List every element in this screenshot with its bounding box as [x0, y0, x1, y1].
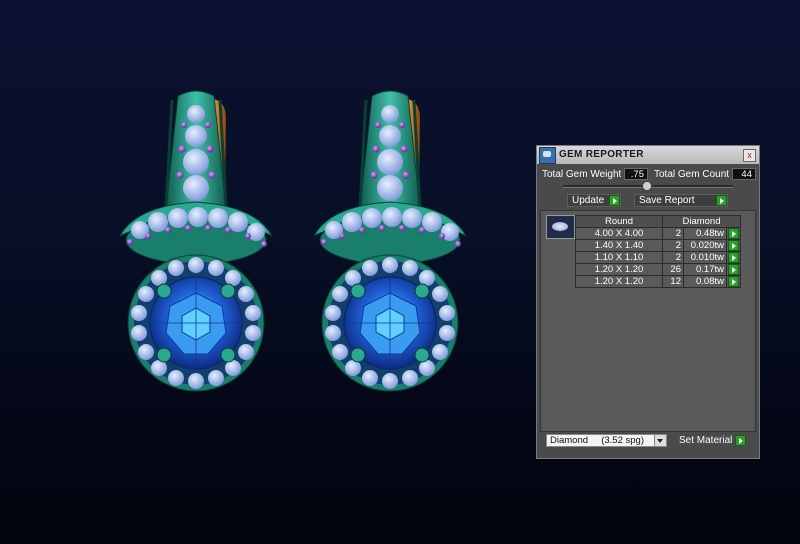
earring-right-model — [312, 89, 468, 393]
row-go-button[interactable] — [728, 252, 739, 263]
total-gem-count-label: Total Gem Count — [654, 169, 730, 180]
table-row: 1.40 X 1.40 2 0.020tw — [575, 239, 741, 252]
gem-reporter-panel: GEM REPORTER x Total Gem Weight .75 Tota… — [536, 145, 760, 459]
table-row: 1.20 X 1.20 12 0.08tw — [575, 275, 741, 288]
panel-titlebar[interactable]: GEM REPORTER x — [537, 146, 759, 164]
row-weight: 0.08tw — [683, 275, 727, 288]
update-go-button[interactable] — [609, 195, 620, 206]
gem-list-area: Round Diamond 4.00 X 4.00 2 0.48tw 1.40 … — [540, 210, 756, 432]
row-count: 2 — [662, 227, 684, 240]
table-row: 1.10 X 1.10 2 0.010tw — [575, 251, 741, 264]
row-size: 1.40 X 1.40 — [575, 239, 663, 252]
row-size: 1.20 X 1.20 — [575, 275, 663, 288]
row-count: 12 — [662, 275, 684, 288]
row-weight: 0.17tw — [683, 263, 727, 276]
total-gem-weight-label: Total Gem Weight — [542, 169, 622, 180]
row-count: 2 — [662, 239, 684, 252]
gem-shape-thumbnail-icon[interactable] — [546, 215, 575, 239]
row-count: 26 — [662, 263, 684, 276]
panel-title: GEM REPORTER — [559, 149, 644, 160]
gem-reporter-icon — [539, 147, 556, 164]
total-gem-count-value: 44 — [732, 168, 756, 180]
slider-knob[interactable] — [642, 181, 652, 191]
row-go-button[interactable] — [728, 276, 739, 287]
row-count: 2 — [662, 251, 684, 264]
save-report-go-button[interactable] — [716, 195, 727, 206]
shape-header: Round — [575, 215, 663, 228]
gem-table: Round Diamond 4.00 X 4.00 2 0.48tw 1.40 … — [575, 215, 741, 288]
row-weight: 0.020tw — [683, 239, 727, 252]
row-size: 1.20 X 1.20 — [575, 263, 663, 276]
row-weight: 0.010tw — [683, 251, 727, 264]
row-go-button[interactable] — [728, 240, 739, 251]
row-go-button[interactable] — [728, 228, 739, 239]
earring-left-model — [118, 89, 274, 393]
material-select-value: Diamond (3.52 spg) — [550, 435, 644, 446]
row-go-button[interactable] — [728, 264, 739, 275]
set-material-go-button[interactable] — [735, 435, 746, 446]
panel-slider[interactable] — [563, 181, 733, 191]
save-report-button[interactable]: Save Report — [634, 194, 728, 207]
table-row: 1.20 X 1.20 26 0.17tw — [575, 263, 741, 276]
row-weight: 0.48tw — [683, 227, 727, 240]
table-row: 4.00 X 4.00 2 0.48tw — [575, 227, 741, 240]
material-select[interactable]: Diamond (3.52 spg) — [546, 434, 667, 447]
row-size: 4.00 X 4.00 — [575, 227, 663, 240]
chevron-down-icon[interactable] — [654, 435, 666, 446]
row-size: 1.10 X 1.10 — [575, 251, 663, 264]
total-gem-weight-value: .75 — [624, 168, 648, 180]
close-button[interactable]: x — [743, 149, 756, 162]
material-header: Diamond — [662, 215, 741, 228]
